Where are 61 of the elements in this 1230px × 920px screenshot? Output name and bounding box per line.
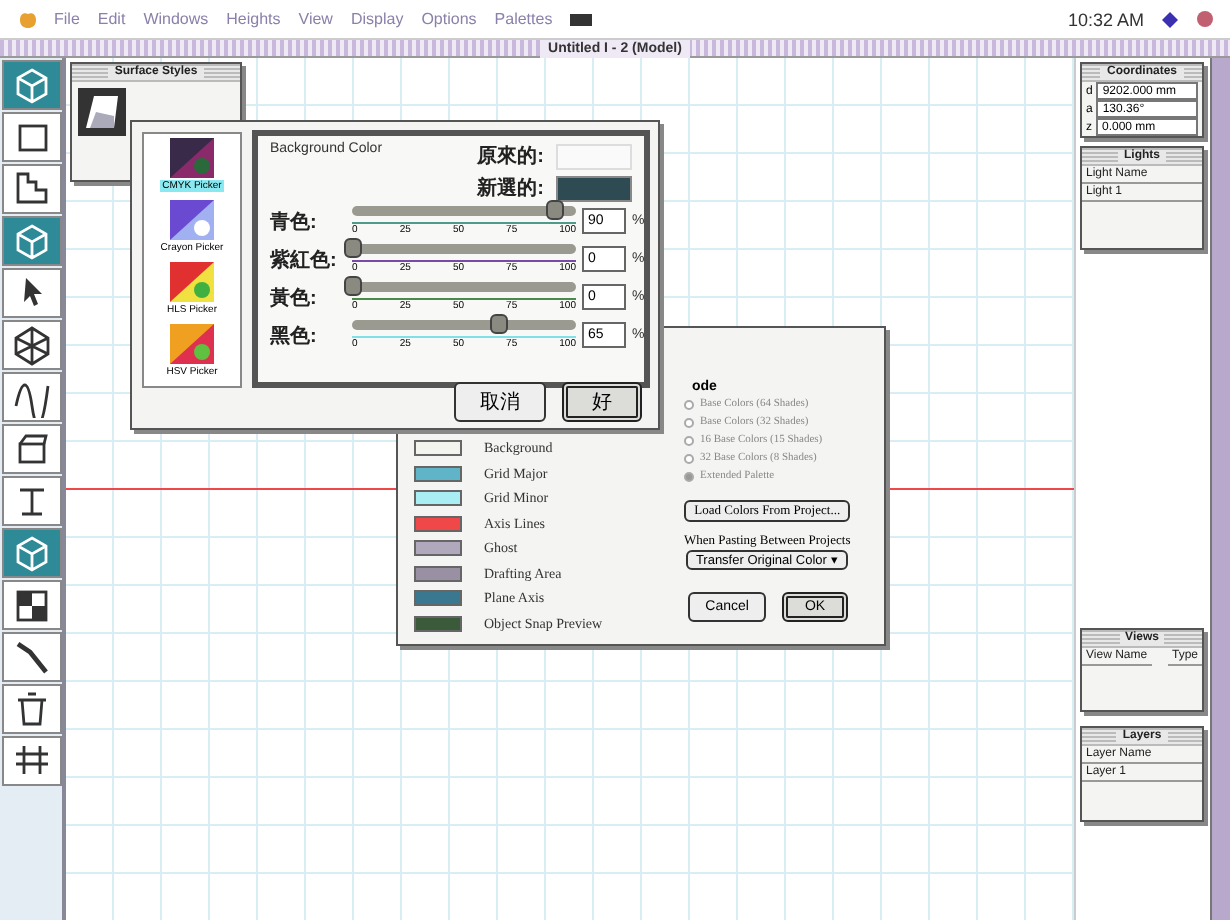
channel-label: 黑色: xyxy=(270,323,319,349)
slider-track[interactable] xyxy=(352,205,576,216)
menu-item[interactable]: View xyxy=(298,10,333,28)
color-swatch[interactable] xyxy=(414,465,462,482)
channel-label: 紫紅色: xyxy=(270,247,339,273)
color-swatch[interactable] xyxy=(414,490,462,507)
color-swatch[interactable] xyxy=(414,565,462,582)
palette-icon xyxy=(170,262,214,302)
color-swatch[interactable] xyxy=(414,515,462,532)
slider-thumb[interactable] xyxy=(489,313,508,334)
radio-button[interactable] xyxy=(684,435,694,445)
menu-item[interactable]: Palettes xyxy=(494,10,553,28)
tool-button[interactable] xyxy=(2,736,62,786)
color-swatch[interactable] xyxy=(414,540,462,557)
color-swatch[interactable] xyxy=(414,440,462,457)
menu-item[interactable]: Heights xyxy=(226,10,281,28)
radio-button[interactable] xyxy=(684,453,694,463)
tool-button[interactable] xyxy=(2,580,62,630)
palette-icon xyxy=(170,324,214,364)
dialog-button[interactable]: 取消 xyxy=(454,382,546,422)
cube-tool-icon xyxy=(12,220,52,262)
diamond-icon[interactable] xyxy=(1162,11,1178,27)
tool-button[interactable] xyxy=(2,164,62,214)
menu-item[interactable]: Options xyxy=(421,10,477,28)
scroll-bar[interactable] xyxy=(1210,58,1230,920)
tool-button[interactable] xyxy=(2,684,62,734)
tool-button[interactable] xyxy=(2,320,62,370)
clock: 10:32 AM xyxy=(1067,9,1144,29)
palette-icon xyxy=(170,200,214,240)
original-label: 原來的: xyxy=(477,143,544,170)
tool-button[interactable] xyxy=(2,476,62,526)
color-swatch[interactable] xyxy=(414,590,462,607)
menu-item[interactable]: Display xyxy=(350,10,404,28)
radio-button[interactable] xyxy=(684,471,694,481)
cube-tool-icon xyxy=(12,532,52,574)
menu-item[interactable]: Edit xyxy=(97,10,126,28)
tool-button[interactable] xyxy=(2,112,62,162)
original-swatch xyxy=(556,143,632,169)
tool-button[interactable] xyxy=(2,424,62,474)
slider-track[interactable] xyxy=(352,319,576,330)
palette-icon xyxy=(170,138,214,178)
slider-thumb[interactable] xyxy=(545,199,564,220)
dialog-button[interactable]: 好 xyxy=(562,382,642,422)
menu-icon[interactable] xyxy=(570,13,593,25)
trash-tool-icon xyxy=(12,688,52,730)
menu-item[interactable]: Windows xyxy=(143,10,209,28)
channel-label: 黃色: xyxy=(270,285,319,311)
tool-button[interactable] xyxy=(2,268,62,318)
tool-button[interactable] xyxy=(2,632,62,682)
slider-thumb[interactable] xyxy=(344,237,362,258)
radio-button[interactable] xyxy=(684,399,694,409)
menu-item[interactable]: File xyxy=(54,10,80,28)
frame-tool-icon xyxy=(12,324,52,366)
slider-thumb[interactable] xyxy=(344,275,362,296)
channel-label: 青色: xyxy=(270,209,319,235)
line-tool-icon xyxy=(12,636,52,678)
radio-button[interactable] xyxy=(684,417,694,427)
new-label: 新選的: xyxy=(477,174,544,202)
cube-tool-icon xyxy=(12,64,52,106)
tool-button[interactable] xyxy=(2,372,62,422)
color-swatch[interactable] xyxy=(414,615,462,632)
